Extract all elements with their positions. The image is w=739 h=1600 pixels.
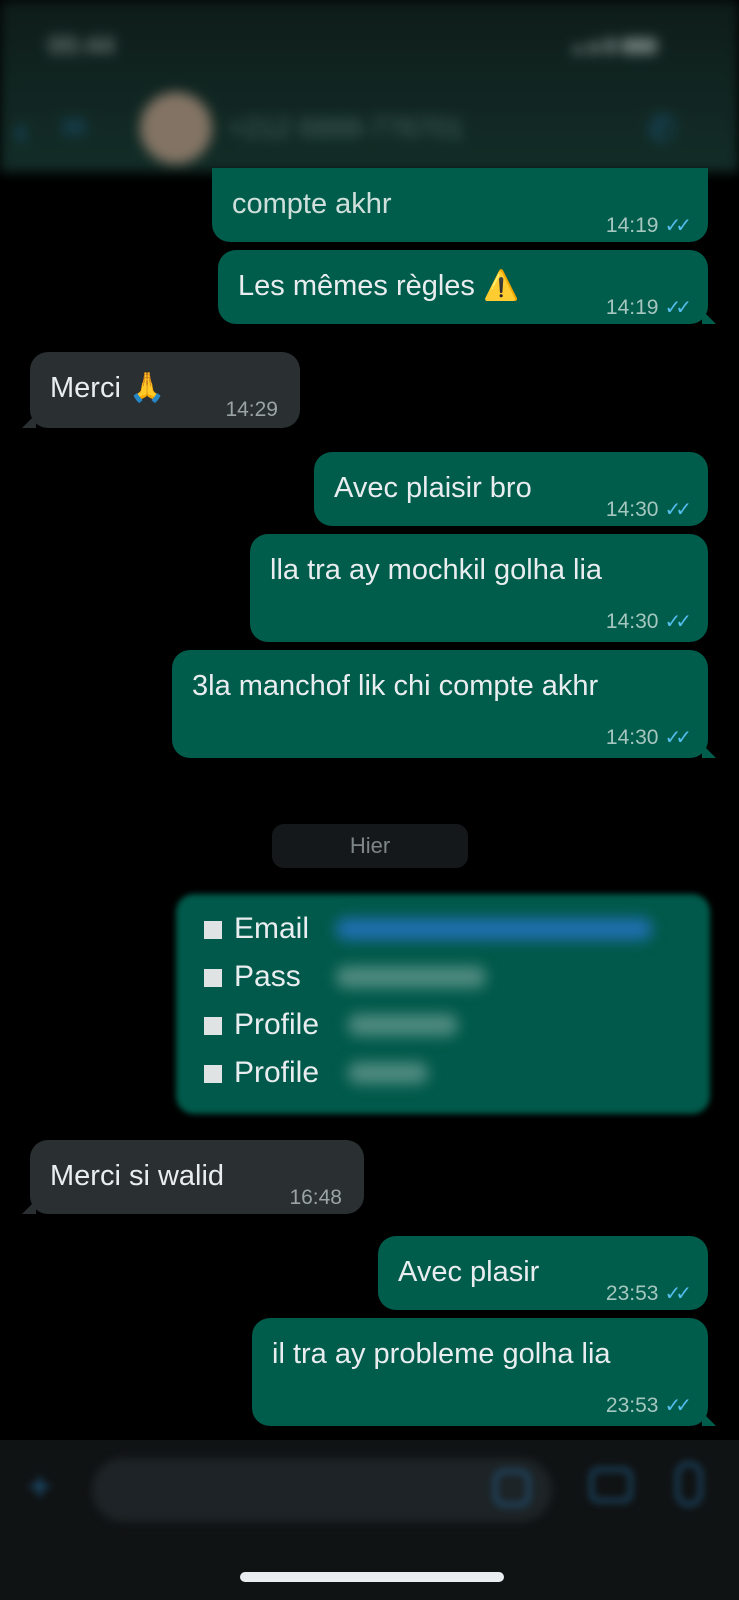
redacted-value (336, 918, 652, 940)
redacted-value (348, 1014, 458, 1036)
read-receipt-icon: ✓✓ (664, 215, 691, 237)
read-receipt-icon: ✓✓ (664, 499, 691, 521)
bubble-tail (702, 310, 716, 324)
date-separator: Hier (272, 824, 468, 868)
message-bubble-outgoing[interactable]: Les mêmes règles ⚠️ 14:19 ✓✓ (218, 250, 716, 324)
message-bubble-outgoing[interactable]: lla tra ay mochkil golha lia 14:30 ✓✓ (250, 534, 708, 642)
message-text: 3la manchof lik chi compte akhr (192, 670, 599, 702)
list-item: Email (204, 912, 309, 946)
redacted-value (348, 1062, 428, 1084)
read-receipt-icon: ✓✓ (664, 727, 691, 749)
status-bar-icons (573, 36, 693, 56)
message-text: Merci 🙏 (50, 372, 166, 404)
message-time: 14:19 ✓✓ (605, 214, 692, 237)
chat-header: 00:44 ‹ 36 +212 6888-776701 ✆ (0, 0, 739, 172)
message-bubble-outgoing[interactable]: Avec plasir 23:53 ✓✓ (378, 1236, 708, 1310)
message-input[interactable] (92, 1458, 552, 1522)
square-bullet-icon (204, 1065, 222, 1084)
message-text: Avec plasir (398, 1256, 540, 1288)
message-time: 16:48 (289, 1186, 342, 1209)
status-bar-time: 00:44 (48, 30, 115, 60)
bubble-tail (22, 414, 36, 428)
back-unread-count[interactable]: 36 (60, 114, 87, 142)
message-text: compte akhr (232, 188, 392, 220)
sticker-icon[interactable] (494, 1470, 530, 1506)
contact-name[interactable]: +212 6888-776701 (228, 112, 464, 144)
message-time: 14:19 ✓✓ (605, 296, 692, 319)
list-item: Profile (204, 1008, 319, 1042)
list-item: Pass (204, 960, 301, 994)
message-text: Les mêmes règles ⚠️ (238, 270, 520, 302)
message-bubble-incoming[interactable]: Merci si walid 16:48 (22, 1140, 364, 1214)
message-bubble-incoming[interactable]: Merci 🙏 14:29 (22, 352, 300, 428)
contact-avatar[interactable] (140, 92, 212, 164)
plus-icon[interactable]: + (28, 1465, 51, 1510)
bubble-tail (22, 1200, 36, 1214)
camera-icon[interactable] (590, 1468, 632, 1502)
message-text: lla tra ay mochkil golha lia (270, 554, 603, 586)
phone-icon[interactable]: ✆ (647, 108, 687, 149)
square-bullet-icon (204, 921, 222, 940)
message-time: 23:53 ✓✓ (605, 1282, 692, 1305)
read-receipt-icon: ✓✓ (664, 611, 691, 633)
home-indicator (240, 1572, 504, 1582)
square-bullet-icon (204, 1017, 222, 1036)
message-time: 14:30 ✓✓ (605, 726, 692, 749)
read-receipt-icon: ✓✓ (664, 297, 691, 319)
read-receipt-icon: ✓✓ (664, 1395, 691, 1417)
message-bubble-outgoing[interactable]: compte akhr 14:19 ✓✓ (212, 168, 708, 242)
back-chevron-icon[interactable]: ‹ (14, 106, 29, 156)
message-time: 14:29 (225, 398, 278, 421)
microphone-icon[interactable] (676, 1462, 702, 1506)
redacted-value (336, 966, 486, 988)
message-text: Merci si walid (50, 1160, 225, 1192)
message-bubble-outgoing[interactable]: Avec plaisir bro 14:30 ✓✓ (314, 452, 708, 526)
message-text: Avec plaisir bro (334, 472, 532, 504)
message-text: il tra ay probleme golha lia (272, 1338, 611, 1370)
message-time: 14:30 ✓✓ (605, 610, 692, 633)
message-time: 23:53 ✓✓ (605, 1394, 692, 1417)
message-bubble-outgoing[interactable]: il tra ay probleme golha lia 23:53 ✓✓ (252, 1318, 716, 1426)
square-bullet-icon (204, 969, 222, 988)
list-item: Profile (204, 1056, 319, 1090)
read-receipt-icon: ✓✓ (664, 1283, 691, 1305)
message-bubble-outgoing[interactable]: 3la manchof lik chi compte akhr 14:30 ✓✓ (172, 650, 716, 758)
message-time: 14:30 ✓✓ (605, 498, 692, 521)
bubble-tail (702, 744, 716, 758)
bubble-tail (702, 1412, 716, 1426)
